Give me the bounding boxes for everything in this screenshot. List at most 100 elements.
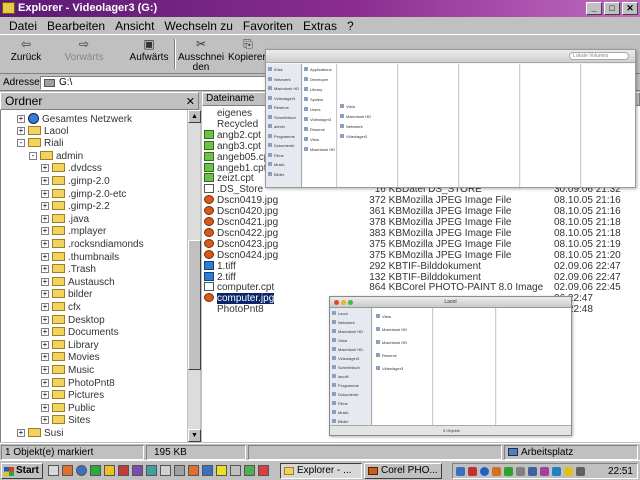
tray-app-icon[interactable] bbox=[492, 467, 501, 476]
tree-item[interactable]: + .gimp-2.2 bbox=[41, 201, 110, 213]
start-button[interactable]: Start bbox=[1, 463, 43, 479]
quicklaunch-player-icon[interactable] bbox=[244, 465, 255, 476]
file-row[interactable]: Dscn0420.jpg 361 KB Mozilla JPEG Image Fil… bbox=[202, 206, 640, 217]
quicklaunch-settings-icon[interactable] bbox=[230, 465, 241, 476]
tree-item[interactable]: + .dvdcss bbox=[41, 163, 102, 175]
expand-icon[interactable]: + bbox=[41, 315, 49, 324]
scroll-down-arrow[interactable]: ▼ bbox=[188, 429, 201, 442]
tray-bluetooth-icon[interactable] bbox=[480, 467, 489, 476]
menu-extras[interactable]: Extras bbox=[298, 19, 342, 33]
taskbar-corel-button[interactable]: Corel PHO... bbox=[364, 463, 442, 479]
expand-icon[interactable]: + bbox=[41, 290, 49, 299]
menu-favoriten[interactable]: Favoriten bbox=[238, 19, 298, 33]
expand-icon[interactable]: + bbox=[41, 277, 49, 286]
menu-ansicht[interactable]: Ansicht bbox=[110, 19, 159, 33]
tray-network-icon[interactable] bbox=[456, 467, 465, 476]
tray-usb-icon[interactable] bbox=[576, 467, 585, 476]
expand-icon[interactable]: + bbox=[41, 164, 49, 173]
quicklaunch-browser-icon[interactable] bbox=[62, 465, 73, 476]
tree-item[interactable]: + Public bbox=[41, 402, 95, 415]
scroll-up-arrow[interactable]: ▲ bbox=[188, 110, 201, 123]
file-row[interactable]: 1.tiff 292 KB TIF-Bilddokument 02.09.06 22:… bbox=[202, 260, 640, 272]
tree-item[interactable]: + Austausch bbox=[41, 276, 115, 289]
expand-icon[interactable]: + bbox=[17, 126, 25, 135]
tree-item[interactable]: - Riali bbox=[17, 138, 63, 150]
expand-icon[interactable]: + bbox=[41, 177, 49, 185]
collapse-icon[interactable]: - bbox=[17, 139, 25, 148]
expand-icon[interactable]: + bbox=[41, 366, 49, 374]
tree-item[interactable]: + Gesamtes Netzwerk bbox=[17, 113, 132, 125]
expand-icon[interactable]: + bbox=[41, 378, 49, 387]
tree-item[interactable]: + .Trash bbox=[41, 264, 96, 276]
close-pane-icon[interactable]: ✕ bbox=[186, 94, 195, 110]
tree-item[interactable]: + .rocksndiamonds bbox=[41, 239, 144, 251]
tray-speaker-icon[interactable] bbox=[516, 467, 525, 476]
tree-item[interactable]: + .mplayer bbox=[41, 226, 106, 238]
menu-help[interactable]: ? bbox=[342, 19, 359, 33]
expand-icon[interactable]: + bbox=[41, 403, 49, 412]
expand-icon[interactable]: + bbox=[41, 214, 49, 223]
maximize-button[interactable]: □ bbox=[604, 2, 620, 15]
back-button[interactable]: ⇦ Zurück bbox=[4, 37, 48, 71]
expand-icon[interactable]: + bbox=[41, 189, 49, 198]
folder-tree[interactable]: + Gesamtes Netzwerk + Laool - Riali - admin + .dv… bbox=[0, 110, 187, 442]
tree-item[interactable]: + Documents bbox=[41, 327, 119, 339]
tray-misc-icon[interactable] bbox=[540, 467, 549, 476]
expand-icon[interactable]: + bbox=[41, 240, 49, 248]
folder-scrollbar[interactable]: ▲ ▼ bbox=[187, 110, 201, 442]
tree-item[interactable]: + Music bbox=[41, 365, 94, 377]
expand-icon[interactable]: + bbox=[41, 303, 49, 311]
quicklaunch-misc-icon[interactable] bbox=[174, 465, 185, 476]
minimize-button[interactable]: _ bbox=[586, 2, 602, 15]
up-button[interactable]: ▣ Aufwärts bbox=[128, 37, 170, 71]
quicklaunch-other-icon[interactable] bbox=[258, 465, 269, 476]
expand-icon[interactable]: + bbox=[41, 328, 49, 337]
tree-item[interactable]: + Pictures bbox=[41, 390, 104, 402]
quicklaunch-media-icon[interactable] bbox=[118, 465, 129, 476]
tree-item[interactable]: + .thumbnails bbox=[41, 251, 119, 264]
tree-item[interactable]: + bilder bbox=[41, 289, 92, 301]
tree-item[interactable]: - admin bbox=[29, 150, 83, 163]
quicklaunch-ie-icon[interactable] bbox=[76, 465, 87, 476]
file-row[interactable]: computer.cpt 864 KB Corel PHOTO-PAINT 8.0 … bbox=[202, 282, 640, 293]
expand-icon[interactable]: + bbox=[41, 391, 49, 400]
expand-icon[interactable]: + bbox=[17, 429, 25, 437]
collapse-icon[interactable]: - bbox=[29, 151, 37, 160]
expand-icon[interactable]: + bbox=[41, 416, 49, 425]
quicklaunch-app-icon[interactable] bbox=[90, 465, 101, 476]
file-row[interactable]: Dscn0422.jpg 383 KB Mozilla JPEG Image Fil… bbox=[202, 227, 640, 239]
copy-button[interactable]: ⎘ Kopieren bbox=[228, 37, 268, 71]
tree-item[interactable]: + Laool bbox=[17, 125, 68, 138]
tree-item[interactable]: + Sites bbox=[41, 415, 90, 427]
tree-item[interactable]: + PhotoPnt8 bbox=[41, 377, 115, 390]
cut-button[interactable]: ✂ Ausschnei den bbox=[178, 37, 224, 73]
tray-antivirus-icon[interactable] bbox=[468, 467, 477, 476]
tray-power-icon[interactable] bbox=[564, 467, 573, 476]
file-row[interactable]: 2.tiff 132 KB TIF-Bilddokument 02.09.06 22:… bbox=[202, 271, 640, 283]
close-button[interactable]: ✕ bbox=[622, 2, 638, 15]
menu-bearbeiten[interactable]: Bearbeiten bbox=[42, 19, 110, 33]
scroll-thumb[interactable] bbox=[188, 240, 201, 370]
quicklaunch-folder-icon[interactable] bbox=[104, 465, 115, 476]
expand-icon[interactable]: + bbox=[41, 353, 49, 362]
expand-icon[interactable]: + bbox=[17, 115, 25, 123]
menu-datei[interactable]: Datei bbox=[4, 19, 42, 33]
file-row[interactable]: Dscn0421.jpg 378 KB Mozilla JPEG Image Fil… bbox=[202, 217, 640, 228]
quicklaunch-mail-icon[interactable] bbox=[160, 465, 171, 476]
menu-wechseln-zu[interactable]: Wechseln zu bbox=[159, 19, 237, 33]
quicklaunch-desktop-icon[interactable] bbox=[48, 465, 59, 476]
taskbar-explorer-button[interactable]: Explorer - ... bbox=[280, 463, 362, 479]
file-row[interactable]: Dscn0424.jpg 375 KB Mozilla JPEG Image Fil… bbox=[202, 249, 640, 261]
title-bar[interactable]: Explorer - Videolager3 (G:) _ □ ✕ bbox=[0, 0, 640, 17]
expand-icon[interactable]: + bbox=[41, 252, 49, 261]
tree-item[interactable]: + cfx bbox=[41, 302, 81, 314]
tree-item[interactable]: + .gimp-2.0 bbox=[41, 176, 110, 188]
file-row[interactable]: Dscn0419.jpg 372 KB Mozilla JPEG Image Fil… bbox=[202, 195, 640, 206]
forward-button[interactable]: ⇨ Vorwärts bbox=[56, 37, 112, 71]
tree-item[interactable]: + Library bbox=[41, 339, 99, 352]
tray-update-icon[interactable] bbox=[552, 467, 561, 476]
expand-icon[interactable]: + bbox=[41, 340, 49, 349]
tree-item[interactable]: + Susi bbox=[17, 428, 63, 440]
tree-item[interactable]: + Desktop bbox=[41, 314, 105, 327]
quicklaunch-net-icon[interactable] bbox=[146, 465, 157, 476]
